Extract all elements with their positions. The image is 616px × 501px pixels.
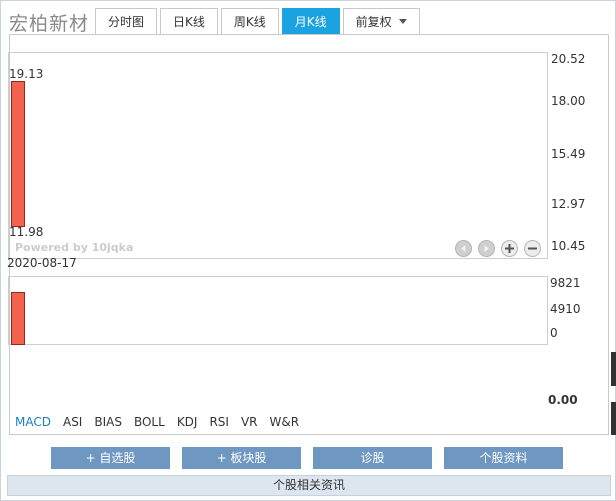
date-label: 2020-08-17	[7, 256, 77, 270]
stock-profile-button[interactable]: 个股资料	[444, 447, 563, 469]
tab-label: 分时图	[108, 15, 145, 29]
price-tick-label: 18.00	[551, 94, 586, 108]
price-tick-label: 10.45	[551, 239, 586, 253]
volume-bar	[11, 292, 25, 345]
volume-tick-label: 9821	[550, 276, 581, 290]
kline-chart-area[interactable]	[8, 52, 548, 259]
watermark: Powered by 10jqka	[15, 241, 134, 254]
widget-frame: 宏柏新材 分时图 日K线 周K线 月K线 前复权 20.52 18.00 15.49…	[0, 0, 616, 501]
action-buttons: + 自选股 + 板块股 诊股 个股资料	[51, 447, 575, 469]
tab-label: 月K线	[294, 15, 327, 29]
volume-chart-area[interactable]	[8, 276, 548, 345]
tab-monthly-k[interactable]: 月K线	[281, 8, 340, 35]
tab-intraday[interactable]: 分时图	[95, 8, 158, 35]
price-tick-label: 12.97	[551, 197, 586, 211]
price-tick-label: 15.49	[551, 147, 586, 161]
volume-tick-label: 4910	[550, 302, 581, 316]
scrollbar-mark-lower	[611, 402, 616, 435]
indicator-tab-wr[interactable]: W&R	[270, 415, 300, 429]
tab-label: 日K线	[173, 15, 205, 29]
add-sector-button[interactable]: + 板块股	[182, 447, 301, 469]
stock-name: 宏柏新材	[9, 13, 90, 35]
tab-weekly-k[interactable]: 周K线	[220, 8, 279, 35]
chevron-down-icon	[398, 19, 407, 24]
price-tick-label: 20.52	[551, 52, 586, 66]
news-bar[interactable]: 个股相关资讯	[7, 475, 611, 496]
indicator-zero-label: 0.00	[548, 393, 578, 407]
tab-adjust-dropdown[interactable]: 前复权	[342, 8, 420, 35]
candle-bar	[11, 81, 25, 227]
left-arrow-icon[interactable]	[455, 240, 472, 257]
indicator-tab-vr[interactable]: VR	[241, 415, 258, 429]
low-price-label: 11.98	[9, 225, 44, 239]
add-watchlist-button[interactable]: + 自选股	[51, 447, 170, 469]
indicator-tab-macd[interactable]: MACD	[15, 415, 51, 429]
scrollbar-mark-upper	[611, 352, 616, 386]
indicator-tab-boll[interactable]: BOLL	[134, 415, 165, 429]
tab-label: 前复权	[355, 15, 392, 29]
zoom-in-icon[interactable]	[501, 240, 518, 257]
indicator-tab-kdj[interactable]: KDJ	[177, 415, 198, 429]
indicator-tab-rsi[interactable]: RSI	[209, 415, 229, 429]
volume-tick-label: 0	[550, 326, 558, 340]
tab-label: 周K线	[233, 15, 266, 29]
indicator-tab-asi[interactable]: ASI	[63, 415, 82, 429]
chart-period-tabs: 分时图 日K线 周K线 月K线 前复权	[95, 8, 423, 35]
indicator-tabs: MACD ASI BIAS BOLL KDJ RSI VR W&R	[15, 415, 311, 429]
tab-daily-k[interactable]: 日K线	[160, 8, 218, 35]
diagnose-button[interactable]: 诊股	[313, 447, 432, 469]
indicator-tab-bias[interactable]: BIAS	[94, 415, 122, 429]
right-arrow-icon[interactable]	[478, 240, 495, 257]
high-price-label: 19.13	[9, 67, 44, 81]
zoom-out-icon[interactable]	[524, 240, 541, 257]
